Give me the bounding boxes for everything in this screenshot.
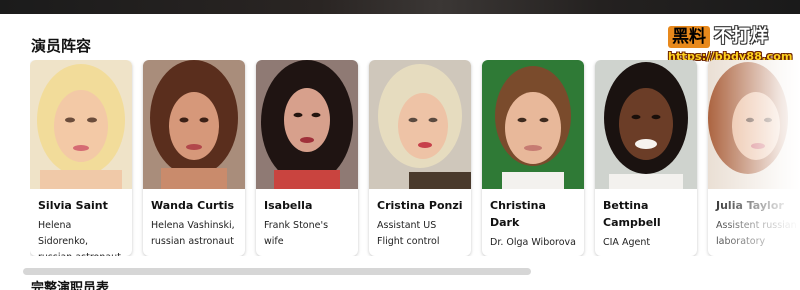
horizontal-scrollbar[interactable]: [23, 268, 777, 275]
cast-photo: [482, 60, 584, 189]
cast-card[interactable]: Silvia Saint Helena Sidorenko, russian a…: [30, 60, 132, 256]
cast-photo: [30, 60, 132, 189]
cast-name: Silvia Saint: [38, 199, 108, 212]
scrollbar-thumb[interactable]: [23, 268, 531, 275]
cast-photo: [256, 60, 358, 189]
cast-card[interactable]: Julia Taylor Assistent russian laborator…: [708, 60, 800, 256]
top-image-strip: [0, 0, 800, 14]
cast-role: Dr. Olga Wiborova: [490, 237, 576, 248]
cast-card[interactable]: Wanda Curtis Helena Vashinski, russian a…: [143, 60, 245, 256]
watermark-badge: 黑料: [668, 26, 710, 48]
cast-photo: [143, 60, 245, 189]
cast-name: Wanda Curtis: [151, 199, 235, 212]
cast-card[interactable]: Isabella Frank Stone's wife: [256, 60, 358, 256]
cast-photo: [708, 60, 800, 189]
cast-name: Cristina Ponzi: [377, 199, 463, 212]
cast-role: Helena Vashinski, russian astronaut: [151, 220, 235, 247]
cast-role: CIA Agent: [603, 237, 651, 248]
cast-card[interactable]: Christina Dark Dr. Olga Wiborova: [482, 60, 584, 256]
cast-role: Assistant US Flight control: [377, 220, 440, 247]
cast-role: Assistent russian laboratory: [716, 220, 797, 247]
cast-name: Christina Dark: [490, 199, 546, 229]
cast-section-title: 演员阵容: [31, 37, 92, 55]
cast-card[interactable]: Cristina Ponzi Assistant US Flight contr…: [369, 60, 471, 256]
cast-role: Frank Stone's wife: [264, 220, 329, 247]
cast-photo: [595, 60, 697, 189]
cast-role: Helena Sidorenko, russian astronaut: [38, 220, 121, 256]
cast-name: Isabella: [264, 199, 313, 212]
cast-card[interactable]: Bettina Campbell CIA Agent: [595, 60, 697, 256]
cast-photo: [369, 60, 471, 189]
full-cast-title[interactable]: 完整演职员表: [31, 277, 109, 290]
cast-list[interactable]: Silvia Saint Helena Sidorenko, russian a…: [30, 60, 800, 256]
cast-name: Julia Taylor: [716, 199, 784, 212]
watermark-text: 不打烊: [714, 26, 768, 47]
cast-name: Bettina Campbell: [603, 199, 661, 229]
